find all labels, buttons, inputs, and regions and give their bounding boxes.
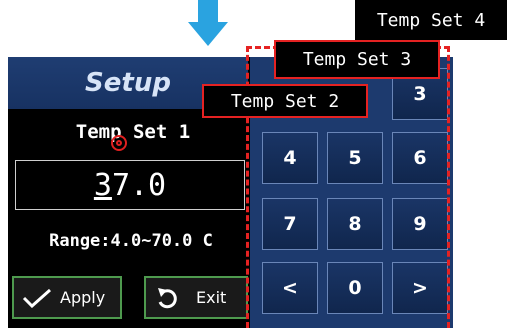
temp-set-4-callout: Temp Set 4 (355, 0, 507, 40)
key-0[interactable]: 0 (327, 262, 383, 314)
key-6[interactable]: 6 (392, 132, 448, 184)
value-remaining-digits: 7.0 (111, 167, 167, 203)
undo-icon (156, 286, 178, 310)
range-text: Range:4.0~70.0 C (49, 231, 213, 251)
apply-button[interactable]: Apply (12, 276, 122, 319)
temp-set-3-callout: Temp Set 3 (274, 40, 440, 79)
highlight-right-edge (447, 46, 450, 328)
key-right[interactable]: > (392, 262, 448, 314)
arrow-down-icon (188, 0, 228, 46)
checkmark-icon (22, 288, 52, 308)
key-9[interactable]: 9 (392, 198, 448, 250)
exit-label: Exit (196, 288, 227, 307)
circle-marker-icon (111, 135, 127, 151)
key-5[interactable]: 5 (327, 132, 383, 184)
key-7[interactable]: 7 (262, 198, 318, 250)
temp-set-label: Temp Set 1 (75, 121, 191, 143)
temperature-value-field[interactable]: 3 7.0 (15, 160, 245, 210)
exit-button[interactable]: Exit (144, 276, 248, 319)
key-8[interactable]: 8 (327, 198, 383, 250)
key-left[interactable]: < (262, 262, 318, 314)
value-cursor-digit: 3 (93, 167, 112, 203)
key-4[interactable]: 4 (262, 132, 318, 184)
temp-set-2-callout: Temp Set 2 (202, 84, 368, 118)
apply-label: Apply (60, 288, 106, 307)
